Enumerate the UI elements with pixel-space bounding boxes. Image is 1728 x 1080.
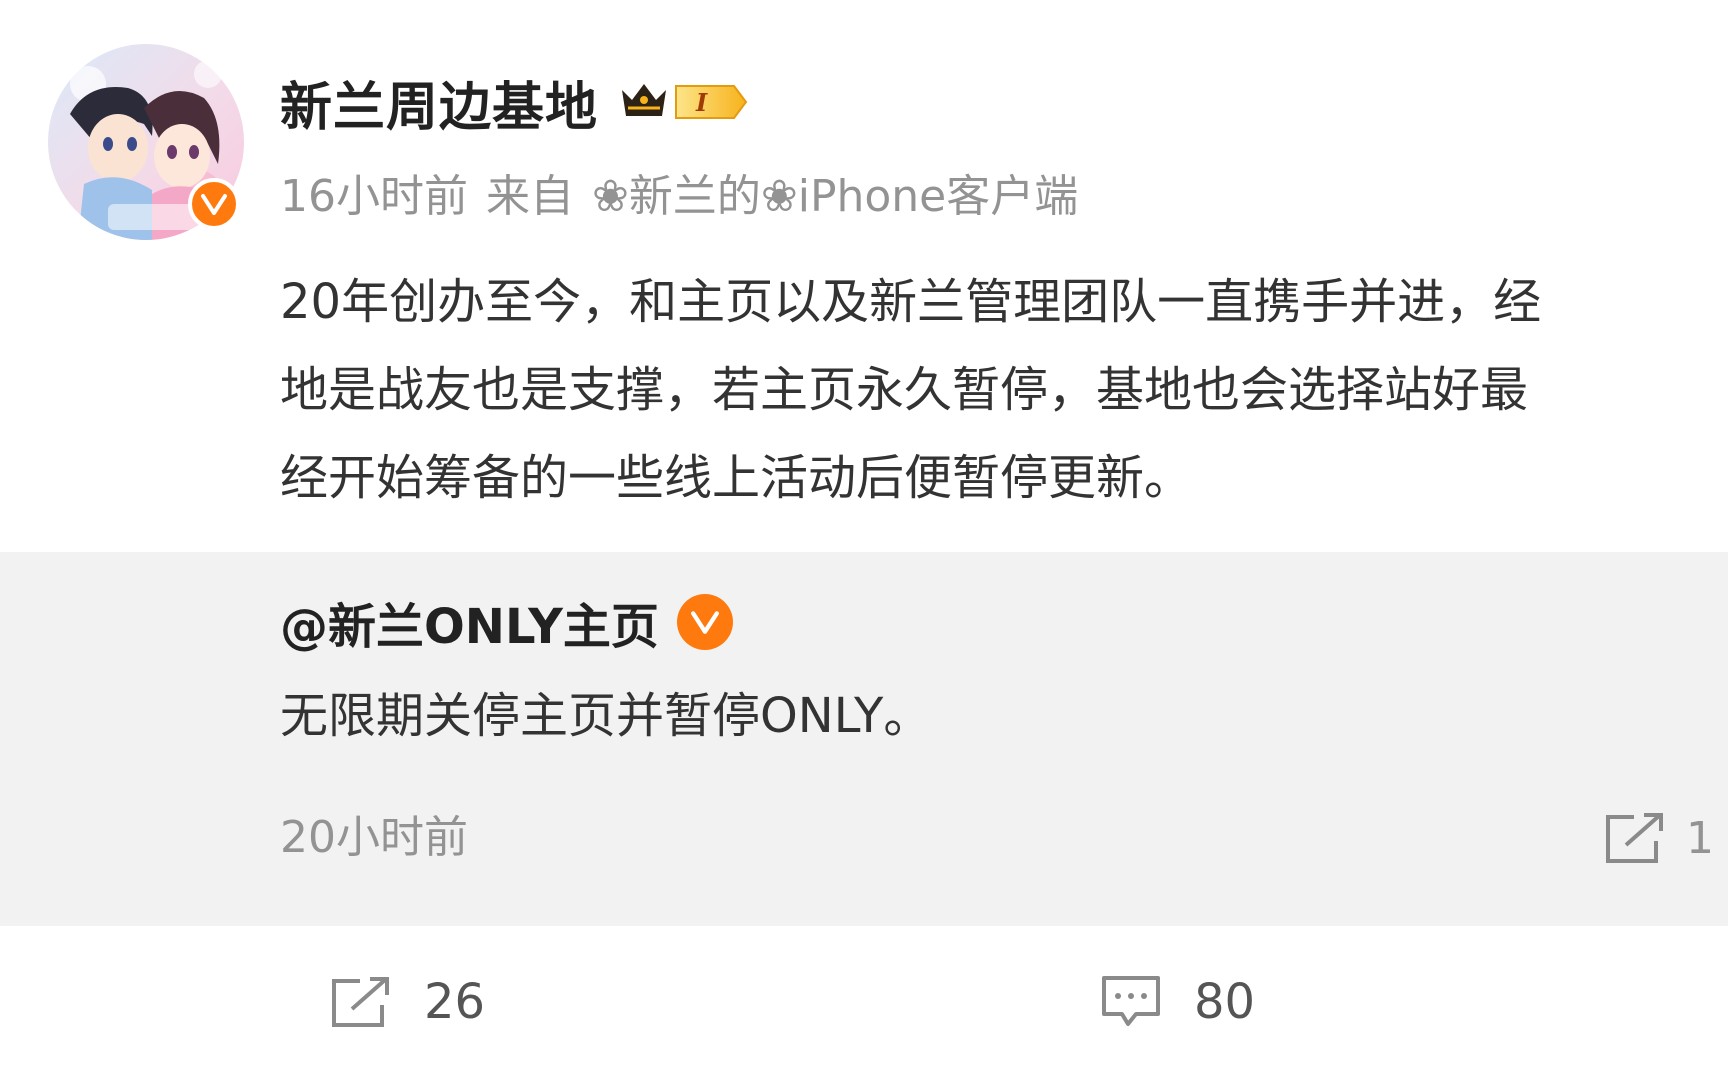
comment-button[interactable]: 80	[1100, 966, 1255, 1038]
post-time[interactable]: 16小时前	[280, 160, 468, 224]
repost-button[interactable]: 26	[330, 966, 485, 1038]
vip-badge[interactable]: I	[618, 78, 750, 126]
retweet-author[interactable]: @新兰ONLY主页	[280, 587, 659, 657]
post-text-line: 地是战友也是支撑，若主页永久暂停，基地也会选择站好最	[280, 362, 1529, 418]
verified-icon	[188, 178, 240, 230]
avatar-container[interactable]	[48, 44, 244, 240]
retweet-time[interactable]: 20小时前	[280, 808, 468, 868]
svg-text:I: I	[695, 88, 708, 117]
author-name[interactable]: 新兰周边基地	[280, 65, 598, 140]
post-text-line: 20年创办至今，和主页以及新兰管理团队一直携手并进，经	[280, 274, 1542, 330]
from-label: 来自	[486, 171, 574, 222]
verified-icon	[676, 594, 733, 650]
retweet-block[interactable]: @新兰ONLY主页 无限期关停主页并暂停ONLY。 20小时前 1	[0, 552, 1728, 926]
crown-icon: I	[622, 84, 748, 119]
post-source[interactable]: ❀新兰的❀iPhone客户端	[592, 160, 1078, 224]
share-arrow-icon	[332, 977, 389, 1027]
weibo-post-card: 新兰周边基地 I 16小时前 来自 ❀新兰的❀iPhone客户端 20年创办至今…	[0, 0, 1728, 1080]
comment-count: 80	[1194, 974, 1256, 1030]
retweet-share-button[interactable]: 1	[1604, 808, 1714, 868]
author-row: 新兰周边基地 I	[280, 66, 750, 138]
post-meta: 16小时前 来自 ❀新兰的❀iPhone客户端	[280, 162, 1078, 222]
retweet-share-count: 1	[1686, 812, 1714, 864]
post-text: 20年创办至今，和主页以及新兰管理团队一直携手并进，经 地是战友也是支撑，若主页…	[280, 258, 1728, 522]
repost-count: 26	[424, 974, 486, 1030]
post-text-line: 经开始筹备的一些线上活动后便暂停更新。	[280, 450, 1193, 506]
retweet-author-row: @新兰ONLY主页	[280, 587, 733, 657]
comment-bubble-icon	[1102, 976, 1160, 1026]
share-arrow-icon	[1606, 813, 1663, 863]
retweet-text: 无限期关停主页并暂停ONLY。	[280, 688, 932, 744]
